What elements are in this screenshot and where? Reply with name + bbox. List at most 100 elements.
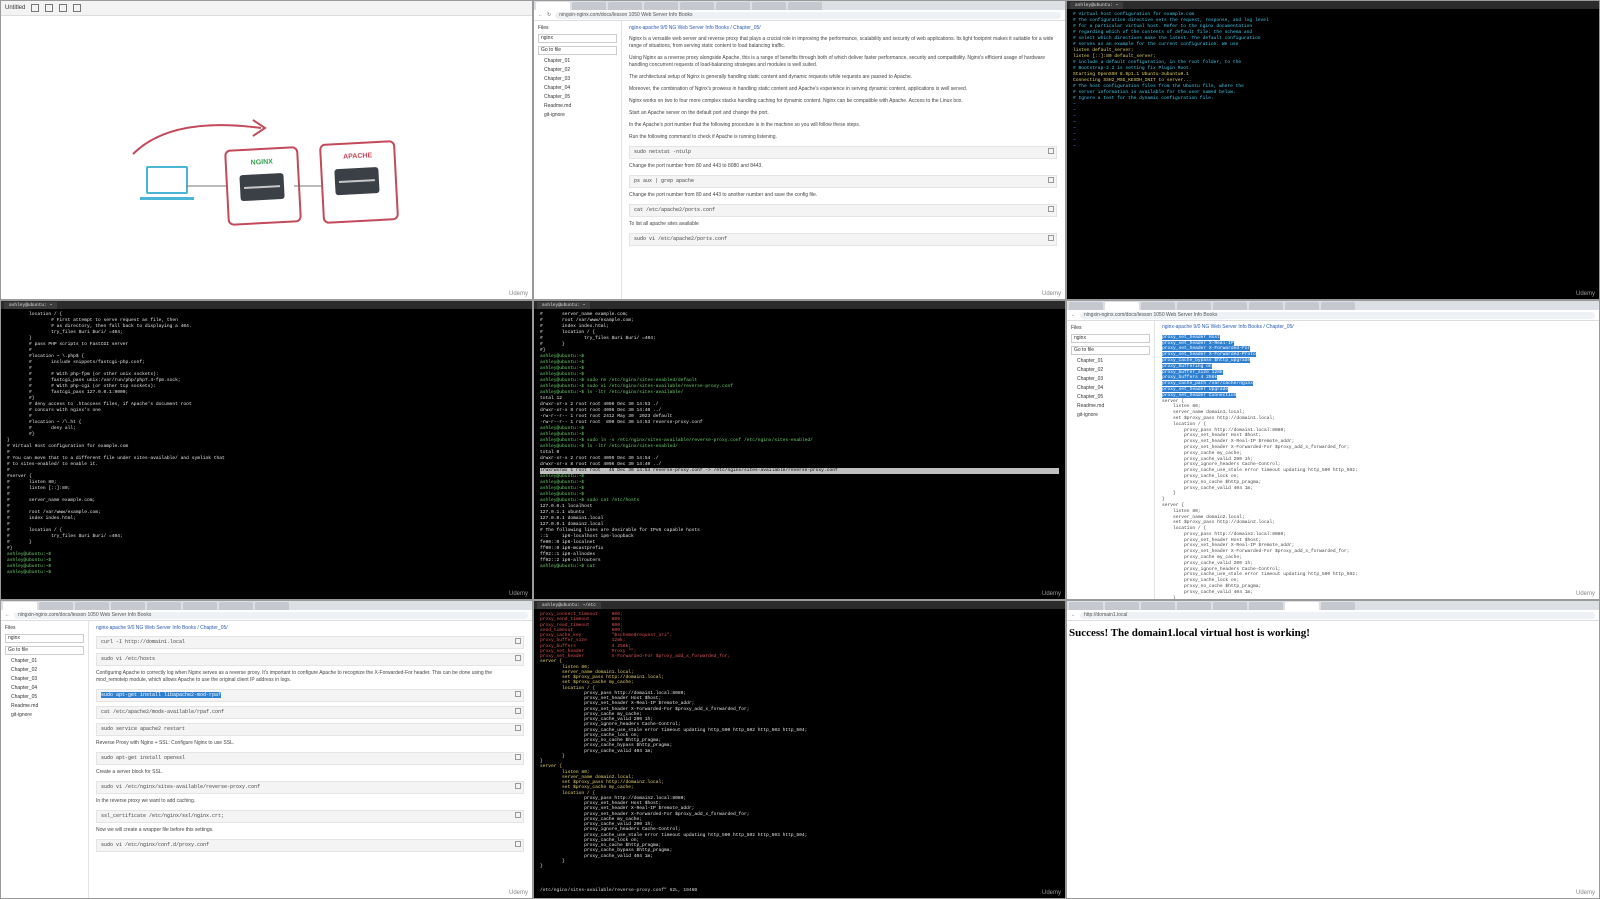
terminal-output[interactable]: # server_name example.com; # root /var/ww…	[534, 309, 1065, 573]
branch-select[interactable]: nginx	[5, 634, 84, 643]
copy-icon[interactable]	[1048, 148, 1054, 154]
browser-tab[interactable]	[219, 602, 253, 610]
browser-tab[interactable]	[1177, 602, 1211, 610]
text-tool-icon[interactable]	[73, 4, 82, 12]
go-to-file-input[interactable]: Go to file	[538, 46, 617, 55]
go-to-file-input[interactable]: Go to file	[5, 646, 84, 655]
browser-tab[interactable]	[1141, 302, 1175, 310]
breadcrumb[interactable]: nginx-apache 9/0 NG Web Server Info Book…	[629, 25, 1057, 32]
browser-tab[interactable]	[608, 2, 642, 10]
pen-tool-icon[interactable]	[45, 4, 54, 12]
browser-tab[interactable]	[572, 2, 606, 10]
file-tree-item[interactable]: Chapter_02	[544, 67, 617, 73]
browser-tab[interactable]	[716, 2, 750, 10]
file-tree-item[interactable]: git-ignore	[11, 712, 84, 718]
file-tree-item[interactable]: Chapter_04	[1077, 385, 1150, 391]
shape-tool-icon[interactable]	[59, 4, 68, 12]
browser-tab[interactable]	[1141, 602, 1175, 610]
back-icon[interactable]: ←	[5, 612, 10, 618]
drawing-title: Untitled	[5, 5, 26, 11]
browser-tab[interactable]	[111, 602, 145, 610]
select-tool-icon[interactable]	[31, 4, 40, 12]
copy-icon[interactable]	[1048, 177, 1054, 183]
browser-tab[interactable]	[75, 602, 109, 610]
browser-tab[interactable]	[644, 2, 678, 10]
breadcrumb[interactable]: nginx-apache 9/0 NG Web Server Info Book…	[1162, 324, 1591, 331]
url-field[interactable]: ningxin-nginx.com/docs/lesson 1050 Web S…	[555, 11, 1061, 19]
breadcrumb[interactable]: nginx-apache 9/0 NG Web Server Info Book…	[96, 625, 524, 632]
terminal-tab[interactable]: ashley@ubuntu: ~/etc	[537, 601, 602, 609]
browser-tab[interactable]	[183, 602, 217, 610]
file-tree-item[interactable]: git-ignore	[544, 112, 617, 118]
browser-tab[interactable]	[147, 602, 181, 610]
terminal-output[interactable]: location / { # First attempt to serve re…	[1, 309, 532, 579]
file-tree-item[interactable]: Chapter_05	[1077, 394, 1150, 400]
copy-icon[interactable]	[515, 783, 521, 789]
drawing-canvas[interactable]: NGINX APACHE	[1, 16, 532, 299]
file-tree-item[interactable]: Chapter_04	[544, 85, 617, 91]
browser-tab[interactable]	[255, 602, 289, 610]
browser-tab[interactable]	[3, 602, 37, 610]
file-tree-item[interactable]: Chapter_04	[11, 685, 84, 691]
copy-icon[interactable]	[515, 812, 521, 818]
url-field[interactable]: ningxin-nginx.com/docs/lesson 1050 Web S…	[14, 611, 528, 619]
file-tree-item[interactable]: Chapter_01	[544, 58, 617, 64]
browser-tab[interactable]	[1213, 602, 1247, 610]
browser-tab[interactable]	[39, 602, 73, 610]
terminal-tab[interactable]: ashley@ubuntu: ~	[4, 301, 58, 309]
browser-tab[interactable]	[680, 2, 714, 10]
file-tree-item[interactable]: Chapter_01	[11, 658, 84, 664]
file-tree-item[interactable]: Readme.md	[544, 103, 617, 109]
copy-icon[interactable]	[515, 841, 521, 847]
browser-tab[interactable]	[1285, 302, 1319, 310]
browser-tab[interactable]	[1285, 602, 1319, 610]
back-icon[interactable]: ←	[1071, 312, 1076, 318]
browser-tab[interactable]	[788, 2, 822, 10]
terminal-output[interactable]: # Virtual host configuration for example…	[1067, 9, 1599, 153]
branch-select[interactable]: nginx	[1071, 334, 1150, 343]
browser-tab[interactable]	[1249, 302, 1283, 310]
copy-icon[interactable]	[1048, 206, 1054, 212]
browser-tab[interactable]	[1177, 302, 1211, 310]
browser-tab[interactable]	[1249, 602, 1283, 610]
branch-select[interactable]: nginx	[538, 34, 617, 43]
file-tree-item[interactable]: git-ignore	[1077, 412, 1150, 418]
copy-icon[interactable]	[515, 754, 521, 760]
copy-icon[interactable]	[515, 638, 521, 644]
file-tree-item[interactable]: Chapter_05	[544, 94, 617, 100]
url-field[interactable]: ningxin-nginx.com/docs/lesson 1050 Web S…	[1080, 311, 1595, 319]
copy-icon[interactable]	[1048, 235, 1054, 241]
file-tree-item[interactable]: Chapter_01	[1077, 358, 1150, 364]
url-field[interactable]: http://domain1.local	[1080, 611, 1595, 619]
browser-tab[interactable]	[1321, 302, 1355, 310]
terminal-output[interactable]: proxy_connect_timeout 600; proxy_send_tim…	[534, 609, 1065, 872]
file-tree-item[interactable]: Readme.md	[11, 703, 84, 709]
refresh-icon[interactable]: ↻	[547, 12, 551, 18]
browser-tab[interactable]	[1213, 302, 1247, 310]
back-icon[interactable]: ←	[1071, 612, 1076, 618]
file-tree-item[interactable]: Chapter_03	[1077, 376, 1150, 382]
copy-icon[interactable]	[515, 655, 521, 661]
copy-icon[interactable]	[515, 725, 521, 731]
file-tree-item[interactable]: Chapter_05	[11, 694, 84, 700]
back-icon[interactable]: ←	[538, 12, 543, 18]
browser-tab[interactable]	[752, 2, 786, 10]
browser-tab[interactable]	[1105, 302, 1139, 310]
copy-icon[interactable]	[515, 691, 521, 697]
file-tree-item[interactable]: Chapter_03	[11, 676, 84, 682]
browser-tab[interactable]	[1321, 602, 1355, 610]
code-block: curl -I http://domain1.local	[96, 636, 524, 649]
file-tree-item[interactable]: Chapter_02	[1077, 367, 1150, 373]
file-tree-item[interactable]: Chapter_03	[544, 76, 617, 82]
browser-tab[interactable]	[536, 2, 570, 10]
browser-tab[interactable]	[1069, 602, 1103, 610]
browser-tab[interactable]	[1069, 302, 1103, 310]
file-tree: Chapter_01 Chapter_02 Chapter_03 Chapter_04…	[5, 658, 84, 718]
file-tree-item[interactable]: Readme.md	[1077, 403, 1150, 409]
file-tree-item[interactable]: Chapter_02	[11, 667, 84, 673]
browser-tab[interactable]	[1105, 602, 1139, 610]
go-to-file-input[interactable]: Go to file	[1071, 346, 1150, 355]
copy-icon[interactable]	[515, 708, 521, 714]
terminal-tab[interactable]: ashley@ubuntu: ~	[537, 301, 591, 309]
terminal-tab[interactable]: ashley@ubuntu: ~	[1070, 1, 1124, 9]
